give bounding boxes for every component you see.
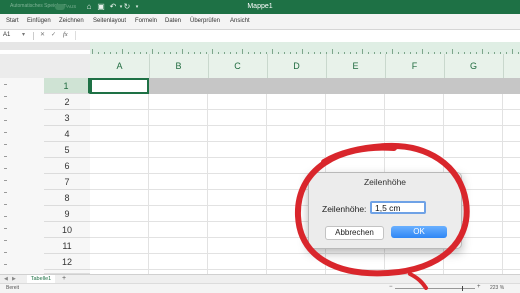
gutter-tick bbox=[4, 108, 7, 109]
column-header-a[interactable]: A bbox=[90, 54, 150, 78]
gutter-tick bbox=[4, 96, 7, 97]
tab-ueberpruefen[interactable]: Überprüfen bbox=[190, 18, 220, 24]
gutter-tick bbox=[4, 228, 7, 229]
grid-row-line bbox=[90, 253, 520, 254]
cancel-icon[interactable]: ✕ bbox=[40, 31, 45, 38]
row-header-5[interactable]: 5 bbox=[44, 142, 90, 158]
row-header-2[interactable]: 2 bbox=[44, 94, 90, 110]
row-height-input[interactable] bbox=[370, 201, 426, 214]
confirm-icon[interactable]: ✓ bbox=[51, 31, 56, 38]
column-header-b[interactable]: B bbox=[149, 54, 209, 78]
gutter-tick bbox=[4, 156, 7, 157]
row-header-9[interactable]: 9 bbox=[44, 206, 90, 222]
grid-row-line bbox=[90, 109, 520, 110]
grid-column-line bbox=[266, 78, 267, 274]
zoom-in-icon[interactable]: + bbox=[477, 284, 481, 290]
ribbon-tabs: Start Einfügen Zeichnen Seitenlayout For… bbox=[0, 14, 520, 30]
cancel-button[interactable]: Abbrechen bbox=[325, 226, 384, 240]
row-height-label: Zeilenhöhe: bbox=[322, 204, 367, 214]
add-sheet-button[interactable]: + bbox=[62, 275, 66, 283]
gutter-tick bbox=[4, 192, 7, 193]
column-header-g[interactable]: G bbox=[444, 54, 504, 78]
gutter-tick bbox=[4, 84, 7, 85]
row-header-6[interactable]: 6 bbox=[44, 158, 90, 174]
gutter-tick bbox=[4, 216, 7, 217]
grid-column-line bbox=[148, 78, 149, 274]
zoom-out-icon[interactable]: − bbox=[389, 284, 393, 290]
tab-daten[interactable]: Daten bbox=[165, 18, 181, 24]
row-height-dialog: Zeilenhöhe Zeilenhöhe: Abbrechen OK bbox=[308, 172, 462, 249]
grid-column-line bbox=[502, 78, 503, 274]
grid-row-line bbox=[90, 269, 520, 270]
grid-row-line bbox=[90, 141, 520, 142]
name-box[interactable]: A1 bbox=[3, 32, 31, 38]
column-header-e[interactable]: E bbox=[326, 54, 386, 78]
active-cell[interactable] bbox=[90, 78, 149, 94]
zoom-slider[interactable] bbox=[395, 288, 475, 289]
ok-button[interactable]: OK bbox=[391, 226, 447, 238]
window-title: Mappe1 bbox=[247, 3, 273, 10]
grid-row-line bbox=[90, 125, 520, 126]
column-header-c[interactable]: C bbox=[208, 54, 268, 78]
formula-input[interactable] bbox=[75, 31, 518, 40]
zoom-slider-handle[interactable] bbox=[462, 286, 463, 291]
title-bar: Automatisches Speichern AUS ⌂ ▣ ↶ ▾ ↻ ▾ … bbox=[0, 0, 520, 14]
gutter-tick bbox=[4, 132, 7, 133]
tab-ansicht[interactable]: Ansicht bbox=[230, 18, 250, 24]
gutter-tick bbox=[4, 180, 7, 181]
column-headers: A B C D E F G bbox=[90, 54, 520, 79]
tab-einfuegen[interactable]: Einfügen bbox=[27, 18, 51, 24]
function-icon[interactable]: fx bbox=[63, 31, 68, 38]
zoom-level: 223 % bbox=[490, 285, 505, 291]
tab-seitenlayout[interactable]: Seitenlayout bbox=[93, 18, 126, 24]
row-header-1[interactable]: 1 bbox=[44, 78, 90, 94]
row-header-10[interactable]: 10 bbox=[44, 222, 90, 238]
selected-row-highlight bbox=[149, 78, 520, 94]
tab-start[interactable]: Start bbox=[6, 18, 19, 24]
row-header-7[interactable]: 7 bbox=[44, 174, 90, 190]
select-all-corner[interactable] bbox=[0, 54, 90, 79]
row-header-12[interactable]: 12 bbox=[44, 254, 90, 270]
gutter-tick bbox=[4, 144, 7, 145]
name-box-dropdown-icon[interactable]: ▾ bbox=[22, 31, 25, 38]
row-gutter bbox=[0, 78, 44, 274]
prev-sheet-icon[interactable]: ◀ bbox=[4, 276, 8, 282]
next-sheet-icon[interactable]: ▶ bbox=[12, 276, 16, 282]
gutter-tick bbox=[4, 264, 7, 265]
tab-formeln[interactable]: Formeln bbox=[135, 18, 157, 24]
grid-column-line bbox=[207, 78, 208, 274]
status-text: Bereit bbox=[6, 285, 20, 291]
formula-separator bbox=[33, 32, 34, 40]
grid-row-line bbox=[90, 157, 520, 158]
row-header-4[interactable]: 4 bbox=[44, 126, 90, 142]
dialog-title: Zeilenhöhe bbox=[363, 177, 407, 187]
gutter-tick bbox=[4, 168, 7, 169]
row-header-3[interactable]: 3 bbox=[44, 110, 90, 126]
column-header-f[interactable]: F bbox=[385, 54, 445, 78]
row-header-8[interactable]: 8 bbox=[44, 190, 90, 206]
gutter-tick bbox=[4, 240, 7, 241]
row-header-11[interactable]: 11 bbox=[44, 238, 90, 254]
gutter-tick bbox=[4, 120, 7, 121]
column-header-d[interactable]: D bbox=[267, 54, 327, 78]
gutter-tick bbox=[4, 252, 7, 253]
tab-zeichnen[interactable]: Zeichnen bbox=[59, 18, 84, 24]
gutter-tick bbox=[4, 204, 7, 205]
